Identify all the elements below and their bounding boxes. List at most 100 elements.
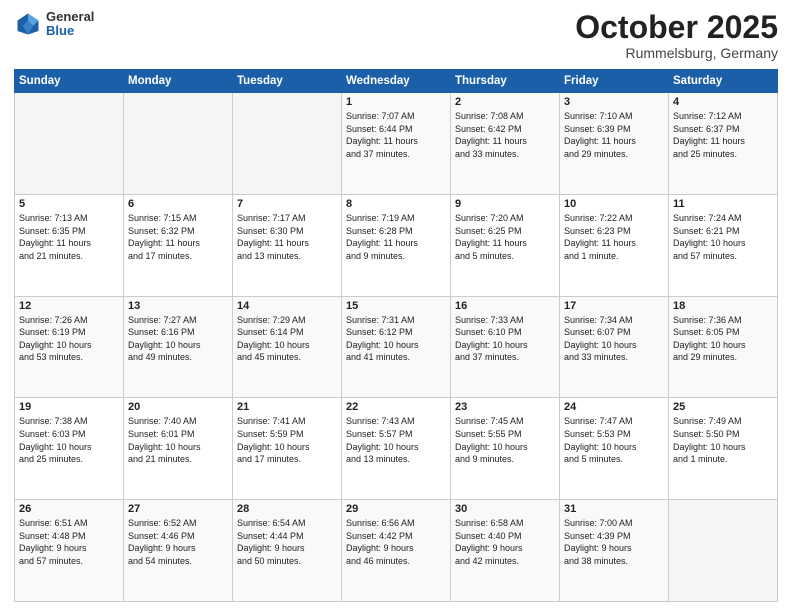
cell-content: Sunset: 6:32 PM [128,225,228,238]
cell-content: Daylight: 10 hours [673,441,773,454]
cell-content: Sunset: 5:55 PM [455,428,555,441]
cell-content: Sunrise: 7:31 AM [346,314,446,327]
cell-content: Daylight: 11 hours [19,237,119,250]
day-number: 23 [455,401,555,413]
cell-content: and 13 minutes. [237,250,337,263]
cell-content: Sunset: 6:21 PM [673,225,773,238]
table-row: 29Sunrise: 6:56 AMSunset: 4:42 PMDayligh… [342,500,451,602]
cell-content: and 46 minutes. [346,555,446,568]
cell-content: Daylight: 10 hours [128,339,228,352]
cell-content: and 37 minutes. [455,351,555,364]
table-row: 4Sunrise: 7:12 AMSunset: 6:37 PMDaylight… [669,93,778,195]
cell-content: and 38 minutes. [564,555,664,568]
table-row: 28Sunrise: 6:54 AMSunset: 4:44 PMDayligh… [233,500,342,602]
cell-content: Sunset: 4:42 PM [346,530,446,543]
day-number: 17 [564,300,664,312]
cell-content: and 41 minutes. [346,351,446,364]
table-row [233,93,342,195]
day-number: 15 [346,300,446,312]
col-thursday: Thursday [451,70,560,93]
cell-content: Sunrise: 7:38 AM [19,415,119,428]
calendar-table: Sunday Monday Tuesday Wednesday Thursday… [14,69,778,602]
cell-content: and 1 minute. [564,250,664,263]
cell-content: Sunset: 4:46 PM [128,530,228,543]
day-number: 11 [673,198,773,210]
cell-content: and 9 minutes. [455,453,555,466]
table-row: 10Sunrise: 7:22 AMSunset: 6:23 PMDayligh… [560,194,669,296]
cell-content: Sunrise: 7:34 AM [564,314,664,327]
cell-content: Daylight: 10 hours [564,339,664,352]
cell-content: and 29 minutes. [673,351,773,364]
cell-content: and 33 minutes. [564,351,664,364]
cell-content: Daylight: 10 hours [673,237,773,250]
calendar-week-row: 12Sunrise: 7:26 AMSunset: 6:19 PMDayligh… [15,296,778,398]
month-title: October 2025 [575,10,778,45]
cell-content: Sunset: 4:39 PM [564,530,664,543]
cell-content: Daylight: 9 hours [564,542,664,555]
cell-content: Daylight: 10 hours [346,339,446,352]
table-row: 1Sunrise: 7:07 AMSunset: 6:44 PMDaylight… [342,93,451,195]
cell-content: Sunset: 6:10 PM [455,326,555,339]
cell-content: Sunrise: 7:07 AM [346,110,446,123]
table-row: 9Sunrise: 7:20 AMSunset: 6:25 PMDaylight… [451,194,560,296]
cell-content: Sunrise: 7:00 AM [564,517,664,530]
cell-content: Daylight: 11 hours [346,135,446,148]
table-row [124,93,233,195]
cell-content: and 29 minutes. [564,148,664,161]
cell-content: Sunset: 5:57 PM [346,428,446,441]
day-number: 6 [128,198,228,210]
cell-content: Daylight: 10 hours [128,441,228,454]
cell-content: Sunset: 6:03 PM [19,428,119,441]
day-number: 7 [237,198,337,210]
calendar-week-row: 26Sunrise: 6:51 AMSunset: 4:48 PMDayligh… [15,500,778,602]
day-number: 10 [564,198,664,210]
cell-content: and 57 minutes. [673,250,773,263]
table-row: 18Sunrise: 7:36 AMSunset: 6:05 PMDayligh… [669,296,778,398]
cell-content: Daylight: 9 hours [455,542,555,555]
cell-content: Sunrise: 7:33 AM [455,314,555,327]
cell-content: Sunset: 6:28 PM [346,225,446,238]
cell-content: Sunset: 6:42 PM [455,123,555,136]
cell-content: and 17 minutes. [128,250,228,263]
cell-content: Daylight: 10 hours [455,339,555,352]
table-row: 11Sunrise: 7:24 AMSunset: 6:21 PMDayligh… [669,194,778,296]
cell-content: and 5 minutes. [455,250,555,263]
cell-content: Sunrise: 7:17 AM [237,212,337,225]
cell-content: Daylight: 11 hours [237,237,337,250]
table-row: 22Sunrise: 7:43 AMSunset: 5:57 PMDayligh… [342,398,451,500]
cell-content: Sunrise: 6:58 AM [455,517,555,530]
cell-content: Daylight: 11 hours [564,237,664,250]
cell-content: Daylight: 10 hours [237,441,337,454]
calendar-header-row: Sunday Monday Tuesday Wednesday Thursday… [15,70,778,93]
cell-content: Sunset: 6:05 PM [673,326,773,339]
cell-content: Sunrise: 7:43 AM [346,415,446,428]
cell-content: and 25 minutes. [673,148,773,161]
cell-content: Sunset: 6:12 PM [346,326,446,339]
table-row: 5Sunrise: 7:13 AMSunset: 6:35 PMDaylight… [15,194,124,296]
table-row: 26Sunrise: 6:51 AMSunset: 4:48 PMDayligh… [15,500,124,602]
cell-content: Sunrise: 6:54 AM [237,517,337,530]
header: General Blue October 2025 Rummelsburg, G… [14,10,778,61]
cell-content: Daylight: 10 hours [564,441,664,454]
cell-content: Sunrise: 7:36 AM [673,314,773,327]
table-row: 12Sunrise: 7:26 AMSunset: 6:19 PMDayligh… [15,296,124,398]
cell-content: and 33 minutes. [455,148,555,161]
cell-content: Daylight: 11 hours [346,237,446,250]
cell-content: Sunset: 4:44 PM [237,530,337,543]
cell-content: Sunset: 4:48 PM [19,530,119,543]
day-number: 21 [237,401,337,413]
cell-content: Daylight: 10 hours [455,441,555,454]
day-number: 30 [455,503,555,515]
cell-content: Daylight: 9 hours [19,542,119,555]
cell-content: Sunrise: 7:20 AM [455,212,555,225]
cell-content: and 54 minutes. [128,555,228,568]
cell-content: Sunrise: 7:08 AM [455,110,555,123]
cell-content: Sunset: 6:07 PM [564,326,664,339]
cell-content: Sunset: 6:30 PM [237,225,337,238]
day-number: 4 [673,96,773,108]
day-number: 27 [128,503,228,515]
cell-content: Daylight: 11 hours [673,135,773,148]
day-number: 12 [19,300,119,312]
cell-content: and 45 minutes. [237,351,337,364]
cell-content: Daylight: 10 hours [19,441,119,454]
